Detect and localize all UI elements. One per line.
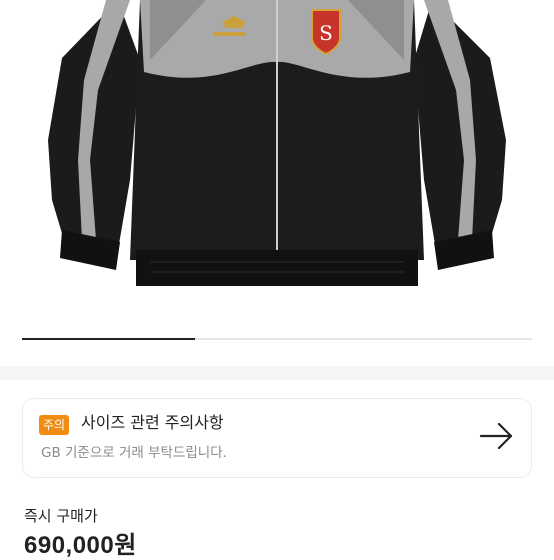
section-divider xyxy=(0,366,554,380)
product-image[interactable]: S xyxy=(0,0,554,320)
instant-buy-label: 즉시 구매가 xyxy=(24,507,98,525)
size-notice-card[interactable]: 주의 사이즈 관련 주의사항 GB 기준으로 거래 부탁드립니다. xyxy=(22,398,532,478)
svg-text:S: S xyxy=(319,21,333,45)
warning-badge: 주의 xyxy=(39,415,70,435)
instant-buy-price: 690,000원 xyxy=(24,532,137,559)
carousel-progress-bar xyxy=(22,338,196,340)
notice-description: GB 기준으로 거래 부탁드립니다. xyxy=(41,445,227,461)
image-carousel-indicator xyxy=(22,338,532,340)
arrow-right-icon[interactable] xyxy=(479,421,515,451)
notice-title: 사이즈 관련 주의사항 xyxy=(81,413,224,432)
jacket-illustration: S xyxy=(48,0,506,286)
